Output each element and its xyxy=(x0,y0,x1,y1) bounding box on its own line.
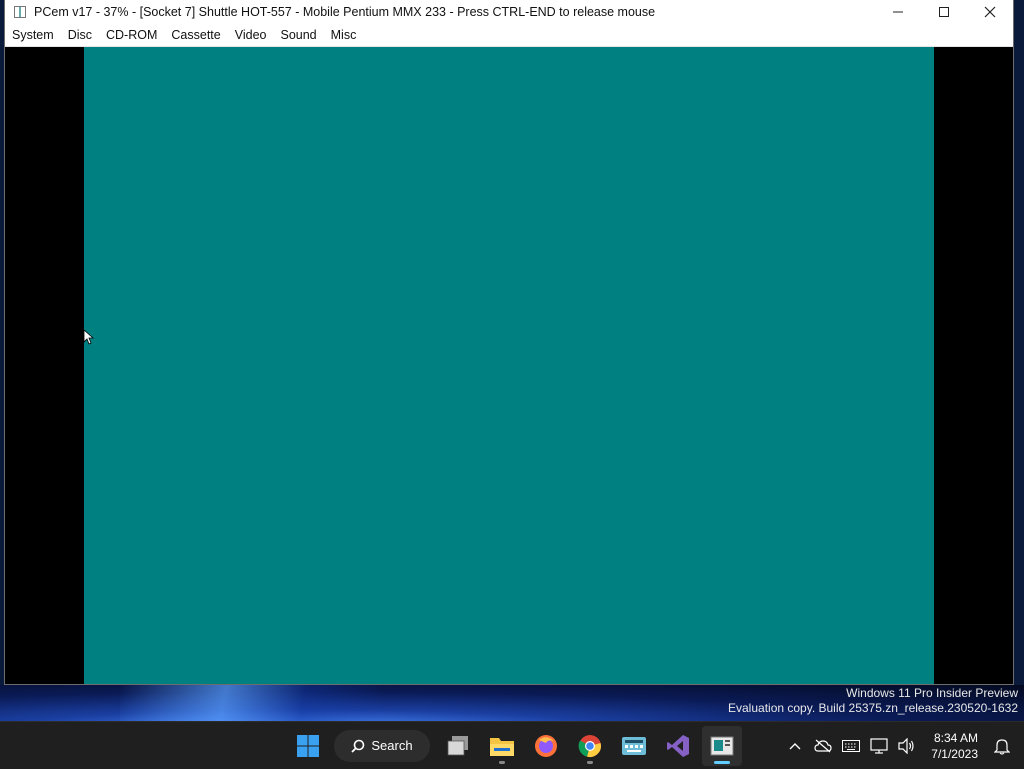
minimize-button[interactable] xyxy=(875,0,921,24)
clock-date: 7/1/2023 xyxy=(931,746,978,761)
chevron-up-icon xyxy=(789,742,801,749)
firefox-icon xyxy=(535,734,557,757)
cloud-offline-icon xyxy=(814,739,832,752)
keyboard-icon xyxy=(842,739,861,752)
mouse-cursor-icon xyxy=(84,330,94,345)
volume-button[interactable] xyxy=(893,732,921,760)
active-indicator xyxy=(714,760,730,764)
file-explorer-button[interactable] xyxy=(482,726,522,766)
watermark-line-2: Evaluation copy. Build 25375.zn_release.… xyxy=(728,701,1018,715)
firefox-button[interactable] xyxy=(526,726,566,766)
show-hidden-icons-button[interactable] xyxy=(781,732,809,760)
speaker-icon xyxy=(898,737,914,754)
network-icon xyxy=(870,737,888,754)
keyboard-app-icon xyxy=(622,736,646,755)
window-title: PCem v17 - 37% - [Socket 7] Shuttle HOT-… xyxy=(34,5,656,19)
clock-time: 8:34 AM xyxy=(933,730,978,745)
menu-cdrom[interactable]: CD-ROM xyxy=(99,24,164,46)
menu-disc[interactable]: Disc xyxy=(61,24,99,46)
chrome-button[interactable] xyxy=(570,726,610,766)
menu-misc[interactable]: Misc xyxy=(324,24,364,46)
menu-system[interactable]: System xyxy=(5,24,61,46)
title-bar[interactable]: PCem v17 - 37% - [Socket 7] Shuttle HOT-… xyxy=(5,0,1013,24)
start-icon xyxy=(297,734,319,757)
search-icon xyxy=(351,739,365,753)
visual-studio-button[interactable] xyxy=(658,726,698,766)
maximize-icon xyxy=(939,7,949,17)
visual-studio-icon xyxy=(667,734,689,757)
network-button[interactable] xyxy=(865,732,893,760)
pcem-taskbar-button[interactable] xyxy=(702,725,742,766)
close-button[interactable] xyxy=(967,0,1013,24)
onedrive-button[interactable] xyxy=(809,732,837,760)
emulator-display-area[interactable] xyxy=(5,47,1013,684)
pcem-app-icon[interactable] xyxy=(14,6,26,18)
menu-bar: System Disc CD-ROM Cassette Video Sound … xyxy=(5,24,1013,47)
pcem-icon xyxy=(710,736,734,755)
menu-video[interactable]: Video xyxy=(228,24,274,46)
running-indicator xyxy=(499,760,505,764)
window-controls xyxy=(875,0,1013,24)
notifications-button[interactable] xyxy=(988,732,1016,760)
windows-watermark: Windows 11 Pro Insider Preview Evaluatio… xyxy=(728,686,1018,716)
keyboard-app-button[interactable] xyxy=(614,726,654,766)
system-tray: 8:34 AM 7/1/2023 xyxy=(781,722,1024,769)
emulated-screen[interactable] xyxy=(84,47,934,684)
task-view-button[interactable] xyxy=(438,726,478,766)
keyboard-layout-button[interactable] xyxy=(837,732,865,760)
minimize-icon xyxy=(893,11,903,13)
menu-cassette[interactable]: Cassette xyxy=(164,24,227,46)
notification-bell-icon xyxy=(994,738,1010,755)
task-view-icon xyxy=(447,735,468,755)
start-button[interactable] xyxy=(288,726,328,766)
taskbar: Search 8:34 AM 7/1/2023 xyxy=(0,721,1024,769)
maximize-button[interactable] xyxy=(921,0,967,24)
chrome-icon xyxy=(578,734,601,757)
pcem-window: PCem v17 - 37% - [Socket 7] Shuttle HOT-… xyxy=(4,0,1014,685)
menu-sound[interactable]: Sound xyxy=(273,24,323,46)
taskbar-apps: Search xyxy=(286,722,744,769)
watermark-line-1: Windows 11 Pro Insider Preview xyxy=(846,686,1018,700)
close-icon xyxy=(984,6,996,18)
running-indicator xyxy=(587,760,593,764)
search-label: Search xyxy=(371,738,413,753)
taskbar-search-button[interactable]: Search xyxy=(334,729,430,762)
taskbar-clock[interactable]: 8:34 AM 7/1/2023 xyxy=(921,730,988,762)
file-explorer-icon xyxy=(490,737,514,756)
